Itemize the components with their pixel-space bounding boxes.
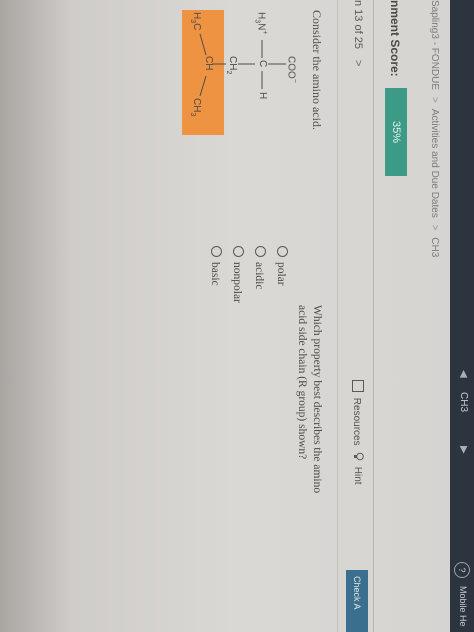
next-chapter-icon[interactable]: ▶ [458,446,469,454]
carboxylate-group: COO− [285,56,298,83]
top-nav-bar: ◀ CH3 ▶ ? Mobile He [450,0,474,632]
hint-label: Hint [352,466,363,485]
methyl-left-group: H3C [189,12,202,31]
question-counter-text: n 13 of 25 [352,0,364,49]
breadcrumb-chapter[interactable]: CH3 [429,237,440,257]
next-question-icon[interactable]: > [352,60,364,66]
question-text: Which property best describes the amino … [296,305,323,494]
question-prompt: Consider the amino acid. [310,10,324,130]
photo-background: ◀ CH3 ▶ ? Mobile He Sapling3 - FONDUE > … [0,0,474,632]
methine-group: CH [203,56,214,71]
chapter-label[interactable]: CH3 [458,392,469,412]
assignment-score-label: nment Score: [388,0,402,77]
option-basic[interactable]: basic [208,246,222,286]
amino-group: H3N+ [253,12,268,35]
resources-label: Resources [351,397,362,446]
question-nav-row: n 13 of 25 > Resources Hint Check A [342,0,370,632]
option-acidic[interactable]: acidic [252,246,266,289]
divider [373,0,374,632]
hint-button[interactable]: Hint [352,452,364,485]
divider [337,0,338,632]
option-nonpolar[interactable]: nonpolar [230,246,244,303]
molecule-bonds [182,10,286,135]
assignment-score-badge: 35% [385,88,407,176]
methyl-right-group: CH3 [189,98,202,117]
radio-button[interactable] [211,246,222,257]
alpha-carbon: C [257,60,268,68]
previous-chapter-icon[interactable]: ◀ [458,370,469,378]
help-icon[interactable]: ? [454,562,470,578]
assignment-score-row: nment Score: 35% [380,0,410,632]
alpha-hydrogen: H [257,92,268,100]
resources-button[interactable]: Resources [351,380,364,446]
radio-button[interactable] [233,246,244,257]
question-counter[interactable]: n 13 of 25 > [352,0,364,66]
radio-button[interactable] [255,246,266,257]
mobile-help-link[interactable]: Mobile He [458,586,468,627]
check-answer-button[interactable]: Check A [346,570,368,632]
breadcrumb-separator: > [429,224,440,231]
lightbulb-icon [354,452,364,461]
breadcrumb-course[interactable]: Sapling3 - FONDUE [429,0,440,90]
breadcrumb: Sapling3 - FONDUE > Activities and Due D… [429,0,440,257]
resources-icon [352,380,364,392]
methylene-group: CH2 [225,56,238,75]
radio-button[interactable] [277,246,288,257]
breadcrumb-activities[interactable]: Activities and Due Dates [429,109,440,218]
amino-acid-structure: COO− H3N+ C H CH2 CH H3C CH3 [179,10,304,160]
breadcrumb-separator: > [429,96,440,103]
rotated-page: ◀ CH3 ▶ ? Mobile He Sapling3 - FONDUE > … [0,0,474,632]
option-polar[interactable]: polar [274,246,288,286]
